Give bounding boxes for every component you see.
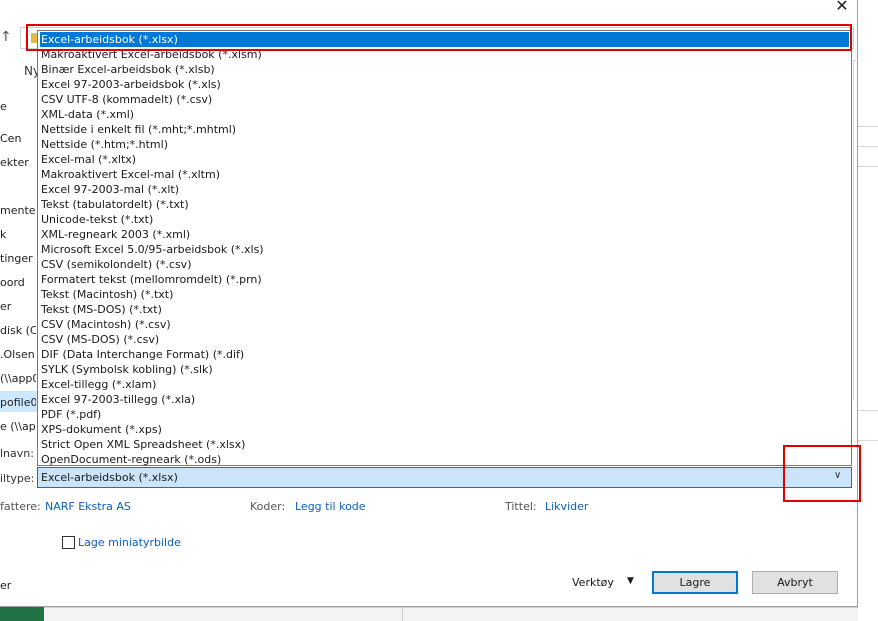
file-type-option[interactable]: Tekst (tabulatordelt) (*.txt) bbox=[40, 197, 849, 212]
file-type-option[interactable]: XML-regneark 2003 (*.xml) bbox=[40, 227, 849, 242]
save-as-dialog: ✕ ↑ Ny e Cen ekter menter k tinger oord … bbox=[0, 0, 861, 607]
grid-line bbox=[858, 440, 878, 441]
file-type-option[interactable]: OpenDocument-regneark (*.ods) bbox=[40, 452, 849, 467]
title-value[interactable]: Likvider bbox=[545, 500, 588, 513]
grid-line bbox=[858, 166, 878, 167]
file-type-option[interactable]: Makroaktivert Excel-mal (*.xltm) bbox=[40, 167, 849, 182]
up-arrow-icon[interactable]: ↑ bbox=[0, 29, 12, 47]
file-type-option[interactable]: Excel-mal (*.xltx) bbox=[40, 152, 849, 167]
caret-down-icon[interactable]: ▼ bbox=[627, 576, 634, 586]
file-name-label: lnavn: bbox=[0, 447, 34, 460]
file-type-option[interactable]: SYLK (Symbolsk kobling) (*.slk) bbox=[40, 362, 849, 377]
sidebar-item[interactable]: e bbox=[0, 100, 36, 113]
file-type-option[interactable]: Excel 97-2003-arbeidsbok (*.xls) bbox=[40, 77, 849, 92]
file-type-value: Excel-arbeidsbok (*.xlsx) bbox=[41, 471, 178, 484]
title-label: Tittel: bbox=[505, 500, 537, 513]
file-type-option[interactable]: PDF (*.pdf) bbox=[40, 407, 849, 422]
file-type-option[interactable]: CSV UTF-8 (kommadelt) (*.csv) bbox=[40, 92, 849, 107]
sidebar-item[interactable]: er bbox=[0, 300, 36, 313]
tags-value[interactable]: Legg til kode bbox=[295, 500, 366, 513]
file-type-option[interactable]: Excel-tillegg (*.xlam) bbox=[40, 377, 849, 392]
file-type-option[interactable]: Formatert tekst (mellomromdelt) (*.prn) bbox=[40, 272, 849, 287]
sidebar-item[interactable]: e (\\app bbox=[0, 420, 36, 433]
close-icon[interactable]: ✕ bbox=[832, 0, 852, 15]
file-type-option[interactable]: XML-data (*.xml) bbox=[40, 107, 849, 122]
file-type-label: iltype: bbox=[0, 472, 35, 485]
file-type-dropdown-list[interactable]: Excel-arbeidsbok (*.xlsx) Makroaktivert E… bbox=[37, 30, 852, 466]
highlight-box bbox=[783, 445, 861, 502]
authors-value[interactable]: NARF Ekstra AS bbox=[45, 500, 131, 513]
sidebar-item[interactable]: Cen bbox=[0, 132, 36, 145]
excel-status-green bbox=[0, 607, 44, 621]
file-type-option[interactable]: Unicode-tekst (*.txt) bbox=[40, 212, 849, 227]
grid-line bbox=[858, 126, 878, 127]
thumbnail-checkbox[interactable] bbox=[62, 536, 75, 549]
file-type-option[interactable]: Strict Open XML Spreadsheet (*.xlsx) bbox=[40, 437, 849, 452]
file-type-option[interactable]: CSV (Macintosh) (*.csv) bbox=[40, 317, 849, 332]
file-type-option[interactable]: DIF (Data Interchange Format) (*.dif) bbox=[40, 347, 849, 362]
grid-line bbox=[858, 146, 878, 147]
file-type-option[interactable]: Excel 97-2003-mal (*.xlt) bbox=[40, 182, 849, 197]
sidebar-item[interactable]: .Olsen ( bbox=[0, 348, 36, 361]
thumbnail-label[interactable]: Lage miniatyrbilde bbox=[78, 536, 181, 549]
sidebar-item[interactable]: disk (C:) bbox=[0, 324, 36, 337]
sidebar-item[interactable]: menter bbox=[0, 204, 36, 217]
file-type-option[interactable]: Nettside i enkelt fil (*.mht;*.mhtml) bbox=[40, 122, 849, 137]
grid-line bbox=[858, 410, 878, 411]
sidebar-item[interactable]: oord bbox=[0, 276, 36, 289]
sidebar-item[interactable]: ekter bbox=[0, 156, 36, 169]
excel-status-bar bbox=[44, 607, 858, 621]
tools-menu-button[interactable]: Verktøy bbox=[572, 576, 614, 589]
authors-label: fattere: bbox=[0, 500, 41, 513]
sidebar-item[interactable]: (\\app0 bbox=[0, 372, 36, 385]
file-type-option[interactable]: XPS-dokument (*.xps) bbox=[40, 422, 849, 437]
file-list-border bbox=[853, 60, 854, 400]
file-type-option[interactable]: Nettside (*.htm;*.html) bbox=[40, 137, 849, 152]
file-type-option[interactable]: Tekst (Macintosh) (*.txt) bbox=[40, 287, 849, 302]
excel-background bbox=[858, 0, 878, 621]
cancel-button[interactable]: Avbryt bbox=[752, 571, 838, 594]
sidebar-item[interactable]: tinger bbox=[0, 252, 36, 265]
file-type-select[interactable]: Excel-arbeidsbok (*.xlsx) ∨ bbox=[37, 467, 852, 488]
file-type-option[interactable]: Excel 97-2003-tillegg (*.xla) bbox=[40, 392, 849, 407]
sidebar-item[interactable]: k bbox=[0, 228, 36, 241]
highlight-box bbox=[26, 24, 852, 51]
hide-folders-toggle[interactable]: er bbox=[0, 579, 11, 592]
file-list-border bbox=[853, 60, 858, 61]
file-type-option[interactable]: Binær Excel-arbeidsbok (*.xlsb) bbox=[40, 62, 849, 77]
sidebar-item[interactable]: pofile02 bbox=[0, 396, 36, 409]
file-type-option[interactable]: Microsoft Excel 5.0/95-arbeidsbok (*.xls… bbox=[40, 242, 849, 257]
file-type-option[interactable]: Tekst (MS-DOS) (*.txt) bbox=[40, 302, 849, 317]
file-type-option[interactable]: CSV (MS-DOS) (*.csv) bbox=[40, 332, 849, 347]
file-type-option[interactable]: CSV (semikolondelt) (*.csv) bbox=[40, 257, 849, 272]
save-button[interactable]: Lagre bbox=[652, 571, 738, 594]
tags-label: Koder: bbox=[250, 500, 286, 513]
